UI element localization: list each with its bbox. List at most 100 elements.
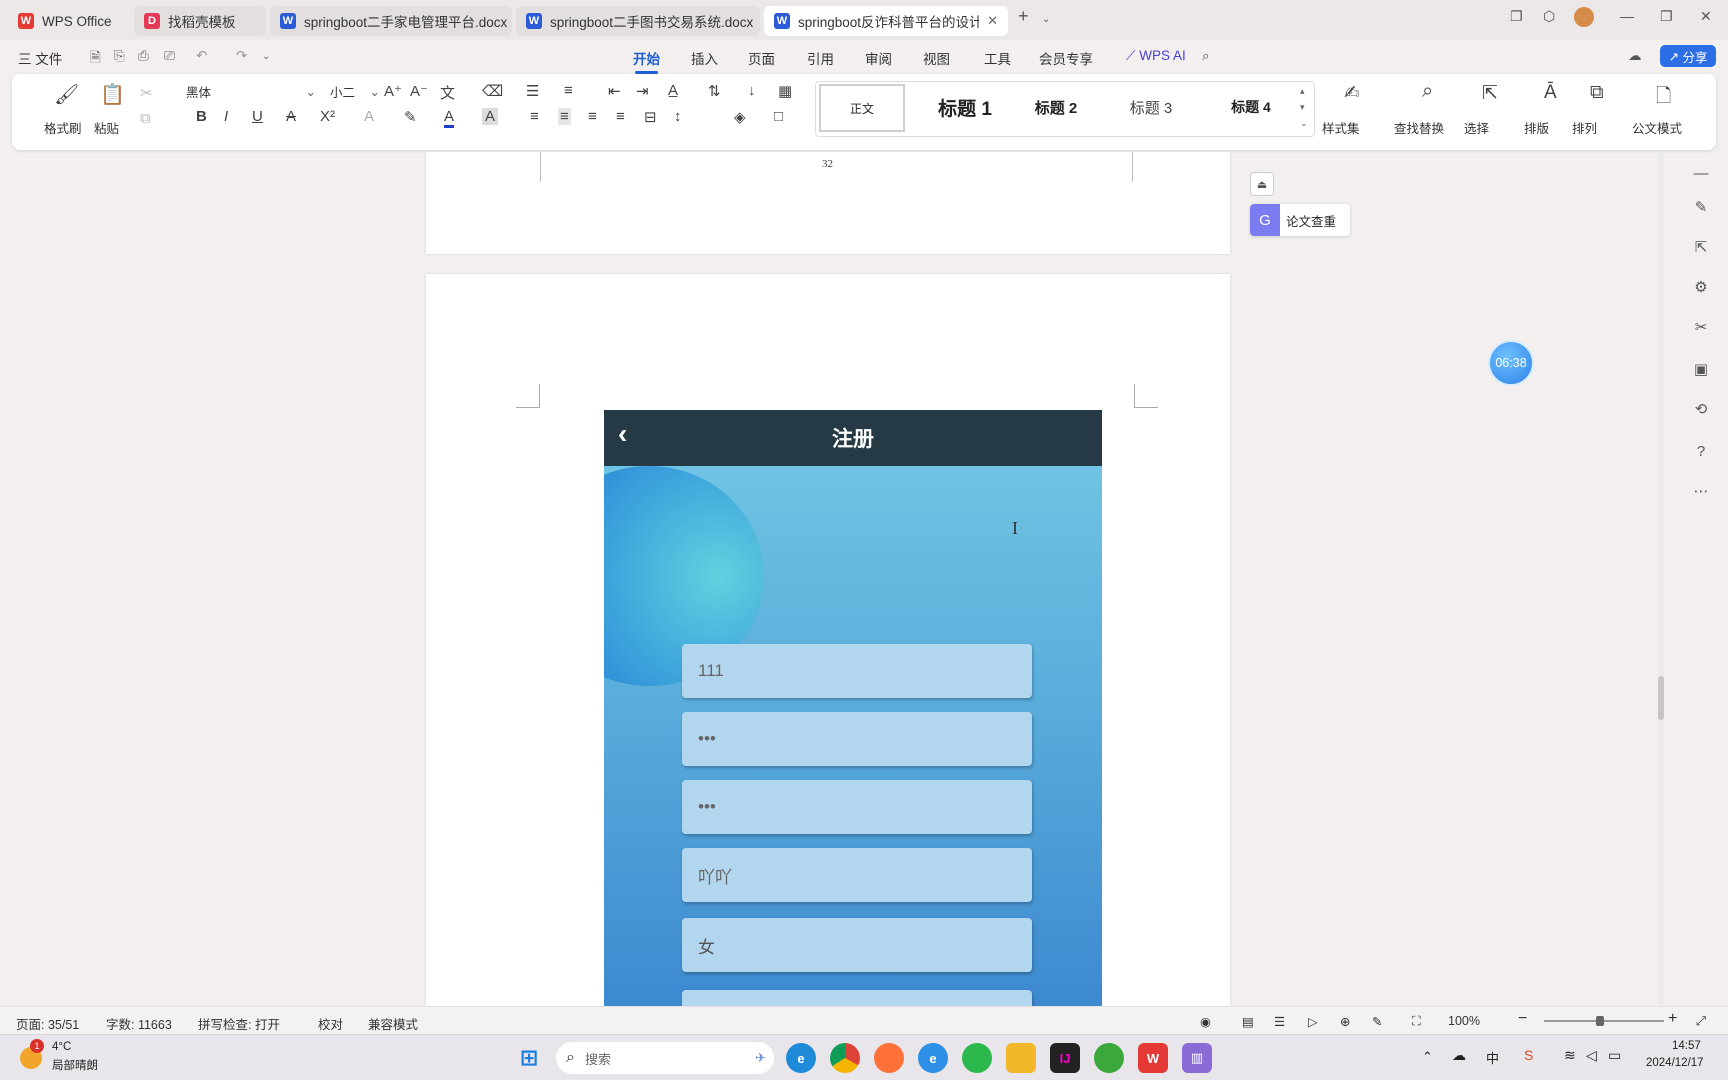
avatar[interactable] bbox=[1574, 7, 1594, 27]
bullet-list-icon[interactable]: ☰ bbox=[526, 82, 539, 100]
tab-template[interactable]: D 找稻壳模板 bbox=[134, 6, 266, 36]
clear-format-icon[interactable]: ⌫ bbox=[482, 82, 503, 100]
print-preview-icon[interactable]: ⎚ bbox=[164, 48, 175, 64]
tab-home[interactable]: 开始 bbox=[633, 48, 660, 74]
windows-start-icon[interactable]: ⊞ bbox=[514, 1043, 544, 1073]
font-size-select[interactable]: 小二 ⌄ bbox=[324, 80, 384, 102]
wps-taskbar-icon[interactable]: W bbox=[1138, 1043, 1168, 1073]
tab-tools[interactable]: 工具 bbox=[984, 48, 1011, 68]
justify-icon[interactable]: ≡ bbox=[616, 108, 625, 125]
bold-icon[interactable]: B bbox=[196, 108, 207, 125]
align-right-icon[interactable]: ≡ bbox=[588, 108, 597, 125]
play-icon[interactable]: ▷ bbox=[1308, 1014, 1318, 1029]
format-painter-label[interactable]: 格式刷 bbox=[44, 118, 82, 137]
style-set-label[interactable]: 样式集 bbox=[1322, 118, 1360, 137]
clock-date[interactable]: 2024/12/17 bbox=[1646, 1057, 1704, 1069]
app-green-icon[interactable] bbox=[1094, 1043, 1124, 1073]
cloud-sync-icon[interactable]: ☁ bbox=[1628, 48, 1642, 64]
cloud-icon[interactable]: ☁ bbox=[1452, 1047, 1466, 1064]
edge-dev-icon[interactable]: e bbox=[918, 1043, 948, 1073]
scroll-up-icon[interactable]: ▴ bbox=[1300, 86, 1305, 97]
wps-ai-button[interactable]: ⟋ WPS AI bbox=[1126, 48, 1186, 64]
spell-check-toggle[interactable]: 拼写检查: 打开 bbox=[198, 1014, 280, 1033]
text-direction-icon[interactable]: A̲ bbox=[668, 82, 678, 99]
paste-icon[interactable]: 📋 bbox=[100, 82, 125, 107]
fit-icon[interactable]: ⛶ bbox=[1412, 1014, 1421, 1029]
font-shrink-icon[interactable]: A⁻ bbox=[410, 82, 428, 100]
timer-bubble[interactable]: 06:38 bbox=[1488, 340, 1534, 386]
format-painter-icon[interactable]: 🖌 bbox=[54, 82, 79, 107]
cube-icon[interactable]: ⬡ bbox=[1543, 8, 1555, 25]
file-menu[interactable]: 三 文件 bbox=[18, 48, 62, 68]
settings-sliders-icon[interactable]: ⚙ bbox=[1690, 276, 1712, 298]
numbered-list-icon[interactable]: ≡ bbox=[564, 82, 573, 99]
shading-icon[interactable]: ◈ bbox=[734, 108, 746, 126]
close-window-icon[interactable]: ✕ bbox=[1700, 8, 1712, 25]
decrease-indent-icon[interactable]: ⇤ bbox=[608, 82, 621, 100]
zoom-level[interactable]: 100% bbox=[1448, 1014, 1480, 1028]
archive-icon[interactable]: ▥ bbox=[1182, 1043, 1212, 1073]
search-icon[interactable]: ⌕ bbox=[1202, 48, 1210, 64]
wechat-icon[interactable] bbox=[962, 1043, 992, 1073]
select-icon[interactable]: ⇱ bbox=[1482, 82, 1498, 105]
fullscreen-icon[interactable]: ⤢ bbox=[1696, 1014, 1706, 1029]
highlight-icon[interactable]: ✎ bbox=[404, 108, 417, 126]
edge-icon[interactable]: e bbox=[786, 1043, 816, 1073]
help-icon[interactable]: ? bbox=[1690, 440, 1712, 462]
word-count[interactable]: 字数: 11663 bbox=[106, 1014, 172, 1033]
clock-time[interactable]: 14:57 bbox=[1672, 1040, 1701, 1052]
line-spacing-icon[interactable]: ↕ bbox=[674, 108, 682, 125]
arrange-label[interactable]: 排列 bbox=[1572, 118, 1597, 137]
weather-temp[interactable]: 4°C bbox=[52, 1041, 71, 1053]
page-view-icon[interactable]: ▤ bbox=[1242, 1014, 1254, 1029]
find-replace-label[interactable]: 查找替换 bbox=[1394, 118, 1444, 137]
pointer-icon[interactable]: ⇱ bbox=[1690, 236, 1712, 258]
paper-check-button[interactable]: G 论文查重 bbox=[1250, 204, 1350, 236]
font-name-select[interactable]: 黑体 ⌄ bbox=[180, 80, 320, 102]
font-grow-icon[interactable]: A⁺ bbox=[384, 82, 402, 100]
firefox-icon[interactable] bbox=[874, 1043, 904, 1073]
font-color-icon[interactable]: A bbox=[444, 108, 455, 128]
sort-az-icon[interactable]: ↓ bbox=[748, 82, 756, 99]
expand-gallery-icon[interactable]: ⌄ bbox=[1300, 118, 1308, 129]
official-mode-icon[interactable]: 🗋 bbox=[1656, 82, 1671, 114]
collapse-panel-icon[interactable]: ⏏ bbox=[1250, 172, 1274, 196]
scroll-down-icon[interactable]: ▾ bbox=[1300, 102, 1305, 113]
share-button[interactable]: ↗ 分享 bbox=[1660, 45, 1716, 67]
cut-icon[interactable]: ✂ bbox=[140, 84, 153, 102]
paste-label[interactable]: 粘贴 bbox=[94, 118, 119, 137]
strikethrough-icon[interactable]: A bbox=[286, 108, 296, 125]
chevron-down-icon[interactable]: ⌄ bbox=[1042, 14, 1050, 25]
char-shading-icon[interactable]: A bbox=[482, 108, 499, 125]
file-explorer-icon[interactable] bbox=[1006, 1043, 1036, 1073]
redo-icon[interactable]: ↷ bbox=[236, 48, 247, 64]
underline-icon[interactable]: U bbox=[252, 108, 263, 125]
tab-reference[interactable]: 引用 bbox=[807, 48, 834, 68]
style-set-icon[interactable]: ✍ bbox=[1344, 82, 1360, 105]
tab-insert[interactable]: 插入 bbox=[691, 48, 718, 68]
tab-doc-3[interactable]: W springboot反诈科普平台的设计与 ✕ bbox=[764, 6, 1008, 36]
align-center-icon[interactable]: ≡ bbox=[558, 108, 571, 125]
border-icon[interactable]: □ bbox=[774, 108, 783, 125]
page-indicator[interactable]: 页面: 35/51 bbox=[16, 1014, 79, 1033]
phonetic-icon[interactable]: 文 bbox=[440, 82, 455, 103]
style-normal[interactable]: 正文 bbox=[819, 84, 905, 132]
minimize-panel-icon[interactable]: — bbox=[1690, 162, 1712, 184]
web-view-icon[interactable]: ⊕ bbox=[1340, 1014, 1350, 1029]
copy-icon[interactable]: ⧉ bbox=[140, 110, 151, 127]
tools-icon[interactable]: ✂ bbox=[1690, 316, 1712, 338]
close-tab-icon[interactable]: ✕ bbox=[979, 13, 998, 29]
write-icon[interactable]: ✎ bbox=[1372, 1014, 1382, 1029]
text-effect-icon[interactable]: A bbox=[364, 108, 374, 125]
official-mode-label[interactable]: 公文模式 bbox=[1632, 118, 1682, 137]
wifi-icon[interactable]: ≋ bbox=[1564, 1047, 1576, 1064]
tray-expand-icon[interactable]: ⌃ bbox=[1422, 1049, 1433, 1065]
layout-icon[interactable]: Ā bbox=[1544, 82, 1557, 104]
translate-icon[interactable]: ⟲ bbox=[1690, 398, 1712, 420]
weather-desc[interactable]: 局部晴朗 bbox=[52, 1057, 98, 1073]
print-icon[interactable]: ⎙ bbox=[138, 48, 149, 64]
tab-doc-1[interactable]: W springboot二手家电管理平台.docx bbox=[270, 6, 512, 36]
tab-review[interactable]: 审阅 bbox=[865, 48, 892, 68]
proofread-button[interactable]: 校对 bbox=[318, 1014, 343, 1033]
tab-view[interactable]: 视图 bbox=[923, 48, 950, 68]
